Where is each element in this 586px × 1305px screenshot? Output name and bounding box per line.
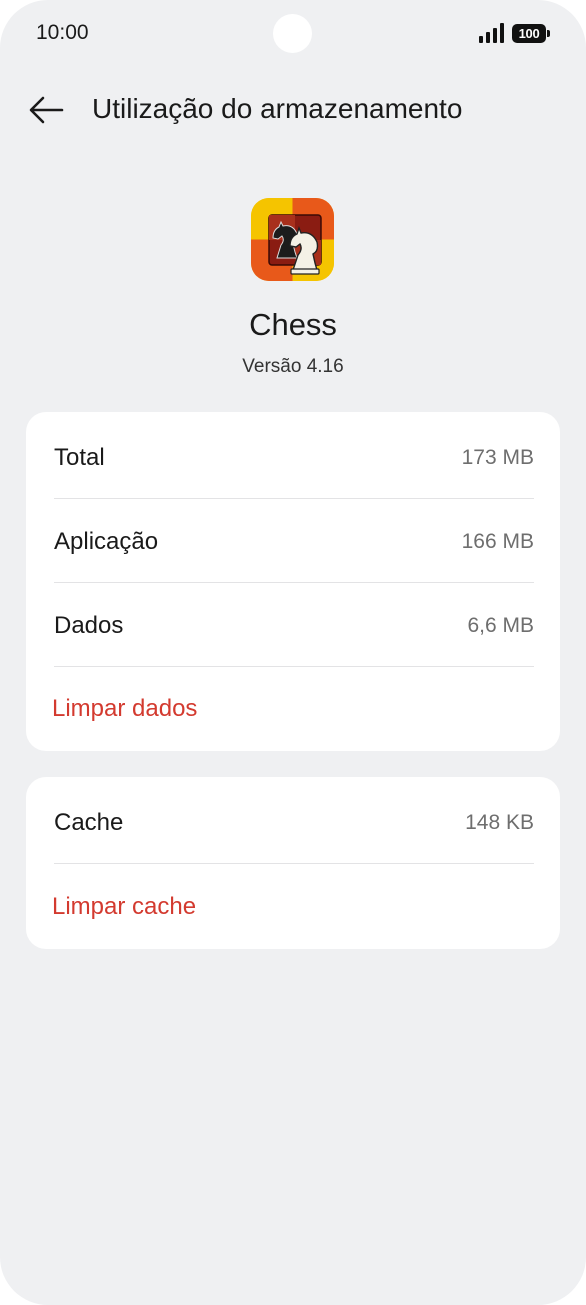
storage-card: Total 173 MB Aplicação 166 MB Dados 6,6 … xyxy=(26,412,560,751)
storage-row-total: Total 173 MB xyxy=(54,416,534,499)
clear-data-button[interactable]: Limpar dados xyxy=(52,695,197,723)
cache-row: Cache 148 KB xyxy=(54,781,534,864)
storage-row-label: Aplicação xyxy=(54,527,159,555)
clear-cache-button[interactable]: Limpar cache xyxy=(52,893,196,921)
status-time: 10:00 xyxy=(36,21,89,44)
app-name: Chess xyxy=(249,307,337,342)
storage-row-data: Dados 6,6 MB xyxy=(54,584,534,667)
storage-row-label: Dados xyxy=(54,611,124,639)
cache-label: Cache xyxy=(54,808,124,836)
storage-row-label: Total xyxy=(54,443,105,471)
battery-icon: 100 xyxy=(512,24,550,43)
page-title: Utilização do armazenamento xyxy=(92,93,463,124)
storage-row-value: 173 MB xyxy=(461,445,534,469)
back-button[interactable] xyxy=(22,84,70,136)
cache-card: Cache 148 KB Limpar cache xyxy=(26,777,560,949)
home-indicator xyxy=(208,1287,378,1292)
chess-app-icon xyxy=(251,198,334,281)
status-bar: 10:00 100 xyxy=(0,0,586,68)
signal-icon xyxy=(479,23,504,43)
storage-row-value: 166 MB xyxy=(461,529,534,553)
camera-cutout xyxy=(273,14,312,53)
battery-level: 100 xyxy=(512,24,546,43)
cache-value: 148 KB xyxy=(465,810,534,834)
chess-knight-icon xyxy=(251,198,334,281)
screen: 10:00 100 Utilização do armazenamento Ch… xyxy=(0,0,586,1305)
storage-row-app: Aplicação 166 MB xyxy=(54,500,534,583)
back-arrow-icon xyxy=(29,96,64,124)
app-version: Versão 4.16 xyxy=(242,356,344,377)
storage-row-value: 6,6 MB xyxy=(467,613,534,637)
